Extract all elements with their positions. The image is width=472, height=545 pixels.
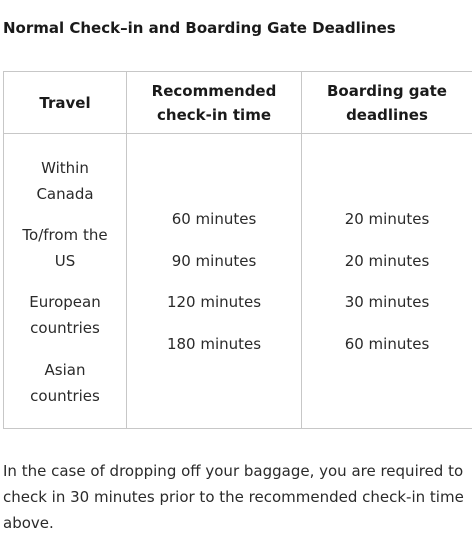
baggage-note: In the case of dropping off your baggage… xyxy=(3,462,464,532)
travel-cell-line: countries xyxy=(30,319,100,337)
boarding-deadline-cell: 60 minutes xyxy=(344,335,430,353)
travel-cell-line: countries xyxy=(30,387,100,405)
travel-cell-line: US xyxy=(54,252,76,270)
header-boarding-line: deadlines xyxy=(346,105,428,124)
header-travel: Travel xyxy=(4,72,126,133)
header-boarding-line: Boarding gate xyxy=(327,81,447,100)
header-divider xyxy=(4,133,472,134)
travel-cell-line: To/from the xyxy=(22,226,108,244)
travel-cell-line: Asian xyxy=(44,361,86,379)
travel-cell-line: Within xyxy=(41,159,89,177)
checkin-time-cell: 120 minutes xyxy=(166,293,262,311)
boarding-deadline-cell: 30 minutes xyxy=(344,293,430,311)
header-checkin-line: check-in time xyxy=(157,105,271,124)
deadline-table: Travel Recommended check-in time Boardin… xyxy=(3,71,472,429)
travel-cell-line: Canada xyxy=(36,185,94,203)
header-checkin-line: Recommended xyxy=(151,81,277,100)
travel-cell-line: European xyxy=(29,293,101,311)
checkin-time-cell: 180 minutes xyxy=(166,335,262,353)
checkin-time-cell: 60 minutes xyxy=(171,210,257,228)
page-title: Normal Check–in and Boarding Gate Deadli… xyxy=(3,19,396,37)
boarding-deadline-cell: 20 minutes xyxy=(344,210,430,228)
header-travel-line: Travel xyxy=(39,93,91,112)
boarding-deadline-cell: 20 minutes xyxy=(344,252,430,270)
checkin-time-cell: 90 minutes xyxy=(171,252,257,270)
header-boarding-deadline: Boarding gate deadlines xyxy=(302,72,472,133)
header-checkin-time: Recommended check-in time xyxy=(127,72,301,133)
